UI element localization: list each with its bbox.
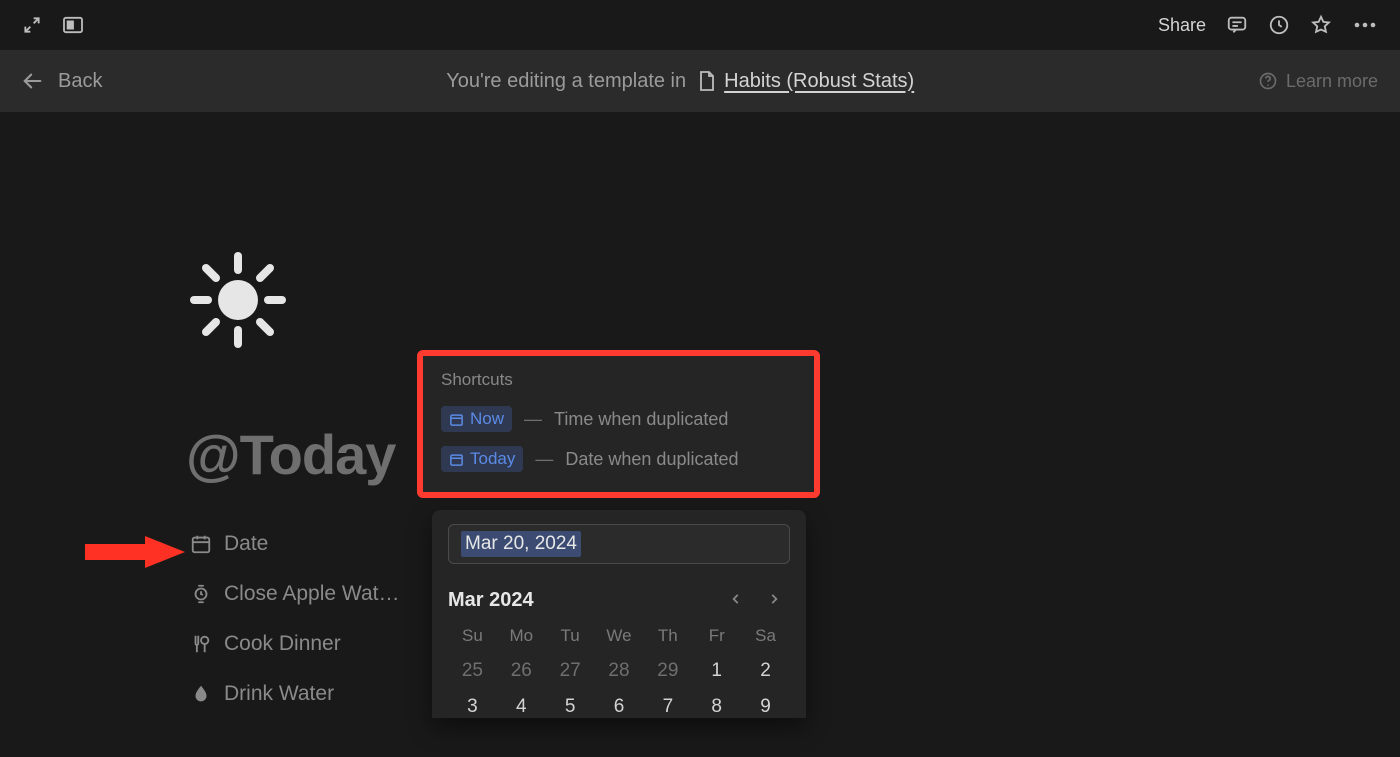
calendar-day[interactable]: 8 bbox=[692, 696, 741, 718]
calendar-day[interactable]: 4 bbox=[497, 696, 546, 718]
property-label: Close Apple Wat… bbox=[224, 582, 399, 606]
calendar-day[interactable]: 2 bbox=[741, 660, 790, 682]
calendar-day[interactable]: 6 bbox=[595, 696, 644, 718]
help-icon bbox=[1258, 71, 1278, 91]
comments-icon[interactable] bbox=[1226, 14, 1248, 36]
utensils-icon bbox=[190, 633, 212, 655]
calendar-icon bbox=[449, 412, 464, 427]
dow: Tu bbox=[546, 626, 595, 646]
calendar-day[interactable]: 5 bbox=[546, 696, 595, 718]
pill-label: Now bbox=[470, 409, 504, 429]
calendar-icon bbox=[449, 452, 464, 467]
more-icon[interactable] bbox=[1352, 14, 1378, 36]
shortcut-desc: Time when duplicated bbox=[554, 409, 728, 430]
date-input-value: Mar 20, 2024 bbox=[461, 531, 581, 557]
dow: Su bbox=[448, 626, 497, 646]
dow: Th bbox=[643, 626, 692, 646]
calendar-icon bbox=[190, 533, 212, 555]
calendar-next-button[interactable] bbox=[758, 586, 790, 614]
watch-icon bbox=[190, 583, 212, 605]
property-drink-water[interactable]: Drink Water bbox=[190, 682, 399, 706]
learn-more-link[interactable]: Learn more bbox=[1258, 71, 1378, 92]
chevron-right-icon bbox=[767, 592, 781, 606]
window-toolbar: Share bbox=[0, 0, 1400, 50]
page-title[interactable]: @Today bbox=[186, 422, 395, 487]
calendar-day-prev[interactable]: 29 bbox=[643, 660, 692, 682]
page-sun-icon[interactable] bbox=[190, 252, 286, 353]
property-close-apple-watch[interactable]: Close Apple Wat… bbox=[190, 582, 399, 606]
shortcut-desc: Date when duplicated bbox=[565, 449, 738, 470]
calendar-day[interactable]: 3 bbox=[448, 696, 497, 718]
calendar-prev-button[interactable] bbox=[720, 586, 752, 614]
dow: Mo bbox=[497, 626, 546, 646]
back-label: Back bbox=[58, 70, 102, 93]
property-label: Date bbox=[224, 532, 268, 556]
chevron-left-icon bbox=[729, 592, 743, 606]
property-label: Cook Dinner bbox=[224, 632, 341, 656]
back-button[interactable]: Back bbox=[22, 70, 102, 93]
calendar-day[interactable]: 9 bbox=[741, 696, 790, 718]
dash: — bbox=[524, 409, 542, 430]
property-label: Drink Water bbox=[224, 682, 334, 706]
calendar-day[interactable]: 7 bbox=[643, 696, 692, 718]
calendar-grid: Su Mo Tu We Th Fr Sa 25 26 27 28 29 1 2 … bbox=[448, 626, 790, 718]
shortcuts-panel: Shortcuts Now — Time when duplicated Tod… bbox=[417, 350, 820, 498]
drop-icon bbox=[190, 683, 212, 705]
star-icon[interactable] bbox=[1310, 14, 1332, 36]
expand-icon[interactable] bbox=[22, 15, 42, 35]
template-banner: Back You're editing a template in Habits… bbox=[0, 50, 1400, 112]
peek-mode-icon[interactable] bbox=[62, 16, 84, 34]
dow: We bbox=[595, 626, 644, 646]
property-cook-dinner[interactable]: Cook Dinner bbox=[190, 632, 399, 656]
share-button[interactable]: Share bbox=[1158, 15, 1206, 36]
annotation-arrow-icon bbox=[85, 532, 185, 577]
shortcut-now[interactable]: Now — Time when duplicated bbox=[441, 406, 796, 432]
calendar-month-label: Mar 2024 bbox=[448, 589, 534, 612]
shortcuts-heading: Shortcuts bbox=[441, 370, 796, 390]
dash: — bbox=[535, 449, 553, 470]
banner-message: You're editing a template in bbox=[446, 70, 686, 93]
pill-label: Today bbox=[470, 449, 515, 469]
calendar-day-prev[interactable]: 27 bbox=[546, 660, 595, 682]
dow: Fr bbox=[692, 626, 741, 646]
date-input[interactable]: Mar 20, 2024 bbox=[448, 524, 790, 564]
calendar-day-prev[interactable]: 26 bbox=[497, 660, 546, 682]
calendar-day-prev[interactable]: 28 bbox=[595, 660, 644, 682]
calendar-day[interactable]: 1 bbox=[692, 660, 741, 682]
date-picker-popover: Mar 20, 2024 Mar 2024 Su Mo Tu We Th Fr … bbox=[432, 510, 806, 718]
property-date[interactable]: Date bbox=[190, 532, 399, 556]
template-doc-title: Habits (Robust Stats) bbox=[724, 70, 914, 93]
dow: Sa bbox=[741, 626, 790, 646]
clock-icon[interactable] bbox=[1268, 14, 1290, 36]
document-icon bbox=[698, 70, 716, 92]
shortcut-today[interactable]: Today — Date when duplicated bbox=[441, 446, 796, 472]
learn-more-label: Learn more bbox=[1286, 71, 1378, 92]
calendar-day-prev[interactable]: 25 bbox=[448, 660, 497, 682]
template-doc-link[interactable]: Habits (Robust Stats) bbox=[698, 70, 914, 93]
property-list: Date Close Apple Wat… Cook Dinner Drink … bbox=[190, 532, 399, 706]
